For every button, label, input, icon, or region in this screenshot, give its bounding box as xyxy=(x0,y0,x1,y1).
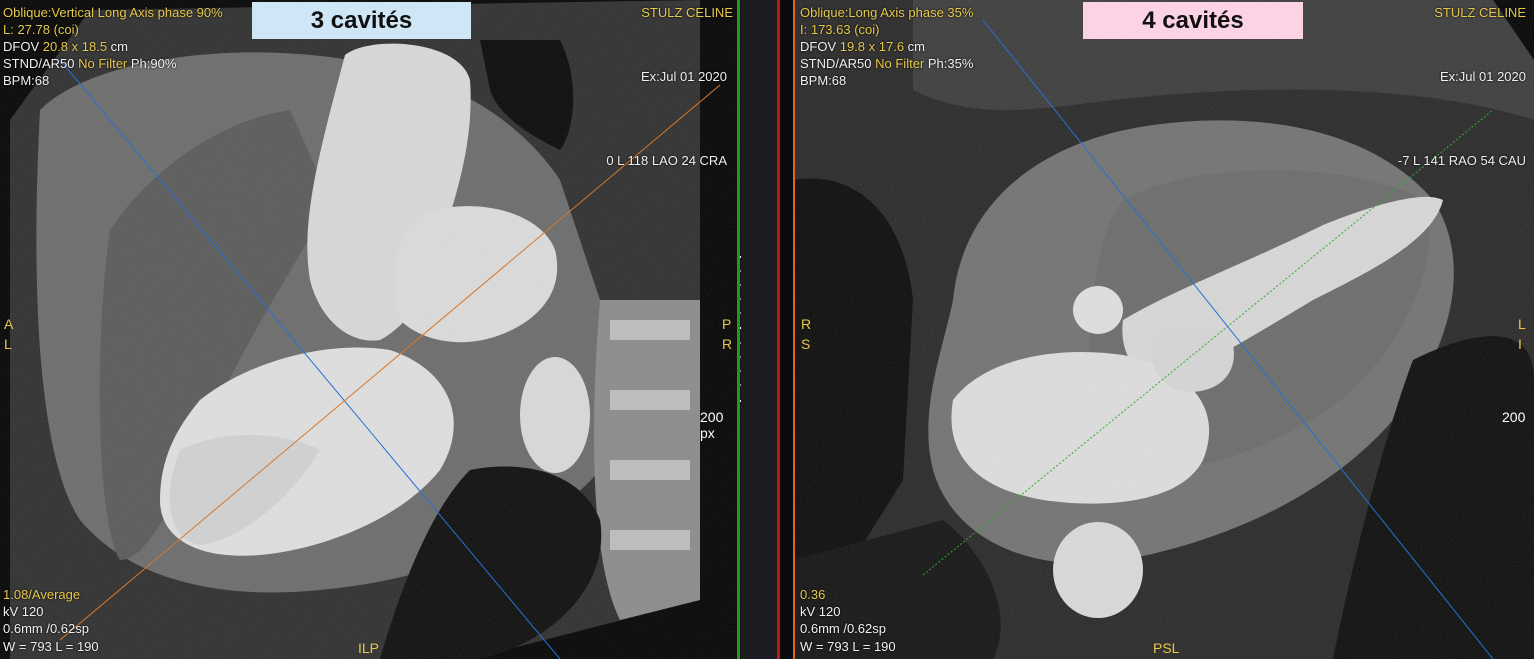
exam-date: Ex:Jul 01 2020 xyxy=(640,69,727,84)
slab-thickness: 1.08/Average xyxy=(3,587,81,602)
viewport-gap xyxy=(741,0,777,659)
slab-thickness: 0.36 xyxy=(800,587,826,602)
patient-name: STULZ CELINE xyxy=(1434,5,1526,20)
series-description: Oblique:Long Axis phase 35% xyxy=(800,5,974,20)
projection-angle: 0 L 118 LAO 24 CRA xyxy=(606,153,727,168)
recon-line: STND/AR50 No Filter Ph:35% xyxy=(800,56,974,71)
exam-date: Ex:Jul 01 2020 xyxy=(1439,69,1526,84)
left-viewport-border xyxy=(737,0,740,659)
right-viewport-inner-border xyxy=(793,0,795,659)
patient-name: STULZ CELINE xyxy=(641,5,733,20)
scale-label: 200 px xyxy=(700,409,724,441)
dfov-line: DFOV 19.8 x 17.6 cm xyxy=(800,39,926,54)
orientation-bottom: ILP xyxy=(358,640,380,656)
orientation-bottom: PSL xyxy=(1153,640,1180,656)
orientation-left-bottom: S xyxy=(801,336,811,352)
orientation-right-top: L xyxy=(1518,316,1526,332)
slice-spacing: 0.6mm /0.62sp xyxy=(800,621,886,636)
projection-angle: -7 L 141 RAO 54 CAU xyxy=(1397,153,1526,168)
orientation-right-bottom: R xyxy=(722,336,733,352)
slice-location: L: 27.78 (coi) xyxy=(3,22,79,37)
orientation-left-bottom: L xyxy=(4,336,12,352)
ct-image-3-chamber[interactable] xyxy=(0,0,741,659)
recon-line: STND/AR50 No Filter Ph:90% xyxy=(3,56,177,71)
bpm-value: BPM:68 xyxy=(3,73,50,88)
kv-value: kV 120 xyxy=(3,604,44,619)
dfov-line: DFOV 20.8 x 18.5 cm xyxy=(3,39,129,54)
orientation-right-top: P xyxy=(722,316,732,332)
slice-spacing: 0.6mm /0.62sp xyxy=(3,621,89,636)
viewport-divider xyxy=(780,0,793,659)
viewport-4-chamber[interactable]: 4 cavités Oblique:Long Axis phase 35% I:… xyxy=(793,0,1534,659)
bpm-value: BPM:68 xyxy=(800,73,847,88)
series-description: Oblique:Vertical Long Axis phase 90% xyxy=(3,5,223,20)
orientation-left-top: A xyxy=(4,316,14,332)
viewport-3-chamber[interactable]: 3 cavités Oblique:Vertical Long Axis pha… xyxy=(0,0,741,659)
orientation-right-bottom: I xyxy=(1518,336,1522,352)
scale-label: 200 xyxy=(1502,409,1526,425)
window-level: W = 793 L = 190 xyxy=(800,639,896,654)
window-level: W = 793 L = 190 xyxy=(3,639,99,654)
view-label-badge: 3 cavités xyxy=(252,2,471,39)
ct-image-4-chamber[interactable] xyxy=(793,0,1534,659)
kv-value: kV 120 xyxy=(800,604,841,619)
orientation-left-top: R xyxy=(801,316,812,332)
slice-location: I: 173.63 (coi) xyxy=(800,22,880,37)
view-label-badge: 4 cavités xyxy=(1083,2,1303,39)
